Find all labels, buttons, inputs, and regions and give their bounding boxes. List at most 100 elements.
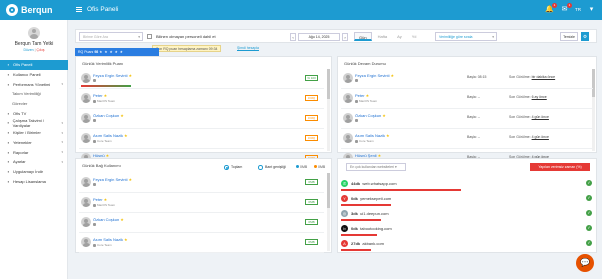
person-team	[93, 119, 97, 122]
table-row[interactable]: Özkan Coşkun★ Başla: -- Son Görülme: 4 gün…	[341, 110, 593, 129]
table-row[interactable]: Peter★ MacOS Team 0 RQ	[79, 90, 324, 109]
sidebar-item-1[interactable]: ▪ Kullanıcı Paneli	[0, 70, 68, 80]
check-icon[interactable]: ✓	[586, 180, 592, 186]
team-icon	[93, 243, 96, 247]
sidebar-item-3[interactable]: Takım Verimliliği	[0, 89, 68, 99]
table-row[interactable]: Feyza Ergin Sevinti★ Başla: 08:15 Son Görü…	[341, 70, 593, 89]
table-row[interactable]: Peter★ MacOS Team Başla: -- Son Görülme: 6 …	[341, 90, 593, 109]
person-name[interactable]: Feyza Ergin Sevinti★	[93, 73, 132, 78]
report-icon: ▪	[7, 149, 10, 155]
person-name[interactable]: Peter★	[355, 93, 369, 98]
sidebar-item-11[interactable]: ▪ Uygulamayı İndir	[0, 167, 68, 177]
sort-select[interactable]: Verimliliğe göre sırala ▾	[435, 32, 497, 41]
website-filter-select[interactable]: En çok kullanılan websiteleri ▾	[346, 163, 406, 171]
table-row[interactable]: Peter★ MacOS Team 0MB	[79, 194, 324, 213]
sidebar-item-6[interactable]: ▪ Çalışma Takvimi / Vardiyalar ▾	[0, 118, 68, 128]
star-icon: ★	[390, 73, 395, 78]
table-row[interactable]: Özkan Coşkun★ 0MB	[79, 214, 324, 233]
person-team: MacOS Team	[93, 99, 115, 103]
calculate-now-link[interactable]: Şimdi hesapla	[237, 45, 259, 52]
sidebar-item-5[interactable]: ▪ Ofis TV	[0, 108, 68, 118]
last-seen-value[interactable]: 4 gün önce	[532, 135, 549, 139]
check-icon[interactable]: ✓	[586, 210, 592, 216]
avatar[interactable]	[28, 27, 40, 39]
table-row[interactable]: Asım Salis Nazik★ Core Team Başla: -- Son G…	[341, 130, 593, 149]
list-item[interactable]: Y 0dk yemeksepeti.com ✓	[338, 192, 596, 206]
total-radio[interactable]	[224, 165, 229, 170]
table-row[interactable]: Asım Salis Nazik★ Core Team 0 RQ	[79, 130, 324, 149]
logout-link[interactable]: Çıkış	[37, 48, 45, 52]
chevron-down-icon[interactable]: ▾	[587, 5, 596, 14]
list-item[interactable]: ✆ 44dk web.whatsapp.com ✓	[338, 177, 596, 191]
chat-icon[interactable]: 💬	[576, 254, 594, 272]
list-item[interactable]: A 27dk akbank.com ✓	[338, 237, 596, 251]
gear-icon[interactable]: ⚙	[581, 32, 589, 41]
person-name[interactable]: Özkan Coşkun★	[93, 113, 124, 118]
person-name[interactable]: Özkan Coşkun★	[93, 217, 124, 222]
sidebar-item-9[interactable]: ▪ Raporlar ▾	[0, 147, 68, 157]
logo[interactable]: Berqun	[6, 4, 53, 16]
unit-search-select[interactable]: Birime Göre Ara ▾	[79, 32, 143, 41]
date-picker[interactable]: Ağu 14, 2025	[298, 32, 340, 41]
table-row[interactable]: Feyza Ergin Sevinti★ % 100	[79, 70, 324, 89]
calendar-icon: ▪	[7, 120, 10, 126]
person-name[interactable]: Asım Salis Nazik★	[93, 237, 128, 242]
sidebar-item-2[interactable]: ▪ Performans Yönetimi ▾	[0, 79, 68, 89]
team-icon	[355, 119, 358, 122]
sidebar-item-7[interactable]: ▪ Kişiler / Birimler ▾	[0, 128, 68, 138]
person-name[interactable]: Peter★	[93, 197, 107, 202]
list-item[interactable]: ◎ 3dk ui1.deepun.com ✓	[338, 207, 596, 221]
person-name[interactable]: Asım Salis Nazik★	[93, 133, 128, 138]
team-icon	[93, 119, 96, 122]
last-seen: Son Görülme: 4 gün önce	[509, 115, 549, 119]
check-icon[interactable]: ✓	[586, 225, 592, 231]
team-icon	[355, 139, 358, 143]
language-selector[interactable]: TR	[575, 7, 581, 12]
scrollbar[interactable]	[327, 69, 330, 151]
bell-icon[interactable]: 🔔 1	[545, 3, 557, 14]
person-name[interactable]: Feyza Ergin Sevinti★	[355, 73, 394, 78]
avatar	[81, 113, 91, 123]
bandwidth-radio[interactable]	[258, 165, 263, 170]
tab-0[interactable]: Gün	[354, 32, 372, 41]
last-seen-value[interactable]: 4 gün önce	[532, 115, 549, 119]
logo-icon	[6, 4, 18, 16]
scrollbar[interactable]	[327, 173, 330, 251]
table-row[interactable]: Özkan Coşkun★ 0 RQ	[79, 110, 324, 129]
sidebar-item-4[interactable]: Görevler	[0, 99, 68, 109]
table-row[interactable]: Feyza Ergin Sevinti★ 0MB	[79, 174, 324, 193]
person-name[interactable]: Peter★	[93, 93, 107, 98]
last-seen-value[interactable]: bir dakika önce	[532, 75, 556, 79]
last-seen-value[interactable]: 6 ay önce	[532, 95, 547, 99]
person-team	[355, 119, 359, 122]
person-name[interactable]: Feyza Ergin Sevinti★	[93, 177, 132, 182]
tab-3[interactable]: Yıl	[408, 32, 421, 41]
tab-1[interactable]: Hafta	[374, 32, 392, 41]
tab-2[interactable]: Ay	[393, 32, 406, 41]
include-unregistered-checkbox[interactable]	[147, 34, 152, 39]
check-icon[interactable]: ✓	[586, 240, 592, 246]
date-next-button[interactable]: ›	[342, 32, 348, 41]
sidebar-item-12[interactable]: ▪ Hesap Lisanslama	[0, 176, 68, 186]
sidebar-item-10[interactable]: ▪ Ayarlar ▾	[0, 157, 68, 167]
menu-toggle-icon[interactable]	[76, 7, 82, 12]
edit-profile-link[interactable]: Düzen	[24, 48, 34, 52]
person-name[interactable]: Asım Salis Nazik★	[355, 133, 390, 138]
clear-button[interactable]: Temizle	[560, 32, 578, 41]
star-icon: ★	[103, 197, 108, 202]
person-name[interactable]: Özkan Coşkun★	[355, 113, 386, 118]
sidebar-item-label: Takım Verimliliği	[12, 91, 41, 97]
sidebar-item-8[interactable]: ▪ Yetenekler ▾	[0, 138, 68, 148]
score-badge: % 100	[305, 75, 318, 81]
avatar	[343, 93, 353, 103]
avatar	[81, 237, 91, 247]
unproductive-time-button[interactable]: Yapılan verimsiz zaman (%)	[530, 163, 590, 171]
sidebar-item-0[interactable]: ▪ Ofis Paneli	[0, 60, 68, 70]
table-row[interactable]: Asım Salis Nazik★ Core Team 0MB	[79, 234, 324, 253]
sidebar-item-label: Uygulamayı İndir	[13, 168, 44, 174]
usage-bar	[341, 204, 391, 206]
date-prev-button[interactable]: ‹	[290, 32, 296, 41]
list-item[interactable]: b 0dk tabootooking.com ✓	[338, 222, 596, 236]
check-icon[interactable]: ✓	[586, 195, 592, 201]
message-icon[interactable]: ✉ 1	[560, 3, 572, 14]
